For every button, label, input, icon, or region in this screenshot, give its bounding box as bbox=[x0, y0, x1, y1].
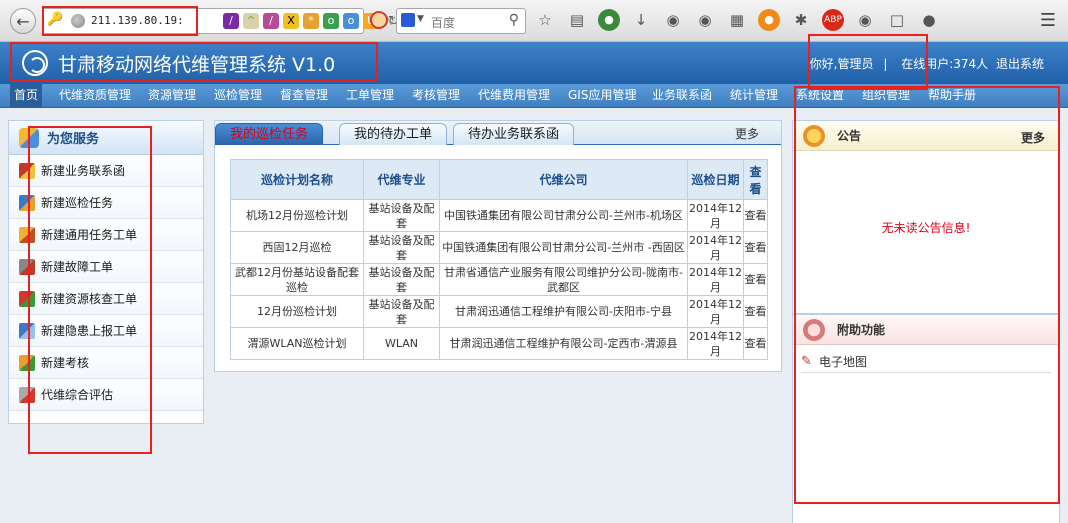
sync-icon[interactable]: ● bbox=[918, 9, 940, 31]
eye-icon[interactable]: ◉ bbox=[854, 9, 876, 31]
tab-pending-business-letters[interactable]: 待办业务联系函 bbox=[453, 123, 575, 145]
nav-item-resources[interactable]: 资源管理 bbox=[144, 84, 200, 108]
nav-item-qualification[interactable]: 代维资质管理 bbox=[55, 84, 135, 108]
tasks-panel: 我的巡检任务 我的待办工单 待办业务联系函 更多 巡检计划名称 代维专业 代维公… bbox=[214, 120, 782, 372]
feather-icon[interactable]: / bbox=[223, 13, 239, 29]
inspection-task-table: 巡检计划名称 代维专业 代维公司 巡检日期 查看 机场12月份巡检计划 基站设备… bbox=[230, 159, 768, 360]
view-link[interactable]: 查看 bbox=[743, 231, 768, 264]
view-link[interactable]: 查看 bbox=[743, 199, 768, 232]
specialty-cell: 基站设备及配套 bbox=[363, 231, 440, 264]
column-header: 查看 bbox=[743, 159, 768, 200]
nav-item-home[interactable]: 首页 bbox=[10, 84, 43, 108]
caret-down-icon[interactable]: ▼ bbox=[417, 14, 424, 24]
specialty-cell: 基站设备及配套 bbox=[363, 199, 440, 232]
table-row[interactable]: 机场12月份巡检计划 基站设备及配套 中国铁通集团有限公司甘肃分公司-兰州市-机… bbox=[230, 199, 768, 232]
shield-icon[interactable]: ● bbox=[598, 9, 620, 31]
feather-icon[interactable]: / bbox=[263, 13, 279, 29]
nav-item-assessment[interactable]: 考核管理 bbox=[408, 84, 464, 108]
column-header: 代维专业 bbox=[363, 159, 440, 200]
block-icon[interactable] bbox=[370, 11, 388, 29]
star-icon[interactable]: * bbox=[303, 13, 319, 29]
bookmark-icon[interactable]: ^ bbox=[243, 13, 259, 29]
column-header: 代维公司 bbox=[439, 159, 688, 200]
gear-icon[interactable]: o bbox=[323, 13, 339, 29]
window-icon[interactable]: □ bbox=[886, 9, 908, 31]
download-icon[interactable]: ↓ bbox=[630, 9, 652, 31]
view-link[interactable]: 查看 bbox=[743, 295, 768, 328]
annotation-box-right-column bbox=[794, 86, 1060, 504]
logout-link[interactable]: 退出系统 bbox=[996, 57, 1044, 71]
flower-icon[interactable]: o bbox=[343, 13, 359, 29]
nav-item-statistics[interactable]: 统计管理 bbox=[726, 84, 782, 108]
tab-strip: 我的巡检任务 我的待办工单 待办业务联系函 更多 bbox=[215, 121, 781, 145]
annotation-box-services bbox=[28, 126, 152, 454]
company-cell: 甘肃省通信产业服务有限公司维护分公司-陇南市-武都区 bbox=[439, 263, 688, 296]
plan-name-cell: 西固12月巡检 bbox=[230, 231, 364, 264]
table-row[interactable]: 渭源WLAN巡检计划 WLAN 甘肃润迅通信工程维护有限公司-定西市-渭源县 2… bbox=[230, 327, 768, 360]
table-row[interactable]: 武都12月份基站设备配套巡检 基站设备及配套 甘肃省通信产业服务有限公司维护分公… bbox=[230, 263, 768, 296]
x-icon[interactable]: X bbox=[283, 13, 299, 29]
back-arrow-icon[interactable]: ← bbox=[10, 8, 36, 34]
date-cell: 2014年12月 bbox=[687, 295, 744, 328]
date-cell: 2014年12月 bbox=[687, 231, 744, 264]
view-link[interactable]: 查看 bbox=[743, 263, 768, 296]
table-header-row: 巡检计划名称 代维专业 代维公司 巡检日期 查看 bbox=[230, 159, 768, 200]
palette-icon[interactable]: ◉ bbox=[694, 9, 716, 31]
star-icon[interactable]: ☆ bbox=[534, 9, 556, 31]
date-cell: 2014年12月 bbox=[687, 199, 744, 232]
adblock-icon[interactable]: ABP bbox=[822, 9, 844, 31]
specialty-cell: 基站设备及配套 bbox=[363, 263, 440, 296]
search-bar[interactable]: ▼ 百度 ⚲ bbox=[396, 8, 526, 34]
reading-list-icon[interactable]: ▤ bbox=[566, 9, 588, 31]
column-header: 巡检日期 bbox=[687, 159, 744, 200]
company-cell: 中国铁通集团有限公司甘肃分公司-兰州市 -西固区 bbox=[439, 231, 688, 264]
annotation-box-title bbox=[10, 42, 378, 82]
date-cell: 2014年12月 bbox=[687, 263, 744, 296]
qr-code-icon[interactable]: ▦ bbox=[726, 9, 748, 31]
table-row[interactable]: 西固12月巡检 基站设备及配套 中国铁通集团有限公司甘肃分公司-兰州市 -西固区… bbox=[230, 231, 768, 264]
flame-icon[interactable]: ● bbox=[758, 9, 780, 31]
annotation-box-url bbox=[42, 6, 198, 36]
tabs-more-link[interactable]: 更多 bbox=[735, 125, 759, 142]
nav-item-business-letters[interactable]: 业务联系函 bbox=[648, 84, 716, 108]
toolbar-icons: ☆ ▤ ● ↓ ◉ ◉ ▦ ● ✱ ABP ◉ □ ● bbox=[534, 9, 940, 31]
company-cell: 中国铁通集团有限公司甘肃分公司-兰州市-机场区 bbox=[439, 199, 688, 232]
nav-item-supervision[interactable]: 督查管理 bbox=[276, 84, 332, 108]
nav-item-gis[interactable]: GIS应用管理 bbox=[564, 84, 640, 108]
view-link[interactable]: 查看 bbox=[743, 327, 768, 360]
nav-item-work-orders[interactable]: 工单管理 bbox=[342, 84, 398, 108]
bug-icon[interactable]: ✱ bbox=[790, 9, 812, 31]
specialty-cell: 基站设备及配套 bbox=[363, 295, 440, 328]
nav-item-fees[interactable]: 代维费用管理 bbox=[474, 84, 554, 108]
annotation-box-user-area bbox=[808, 34, 928, 90]
company-cell: 甘肃润迅通信工程维护有限公司-庆阳市-宁县 bbox=[439, 295, 688, 328]
tab-my-inspection-tasks[interactable]: 我的巡检任务 bbox=[215, 123, 324, 145]
search-input[interactable]: 百度 bbox=[431, 14, 455, 31]
hamburger-menu-icon[interactable]: ☰ bbox=[1040, 10, 1056, 31]
company-cell: 甘肃润迅通信工程维护有限公司-定西市-渭源县 bbox=[439, 327, 688, 360]
search-icon[interactable]: ⚲ bbox=[509, 12, 519, 28]
tab-my-pending-orders[interactable]: 我的待办工单 bbox=[339, 123, 448, 145]
plan-name-cell: 机场12月份巡检计划 bbox=[230, 199, 364, 232]
column-header: 巡检计划名称 bbox=[230, 159, 364, 200]
plan-name-cell: 武都12月份基站设备配套巡检 bbox=[230, 263, 364, 296]
table-row[interactable]: 12月份巡检计划 基站设备及配套 甘肃润迅通信工程维护有限公司-庆阳市-宁县 2… bbox=[230, 295, 768, 328]
search-engine-icon[interactable] bbox=[401, 13, 415, 27]
specialty-cell: WLAN bbox=[363, 327, 440, 360]
plan-name-cell: 渭源WLAN巡检计划 bbox=[230, 327, 364, 360]
globe-icon[interactable]: ◉ bbox=[662, 9, 684, 31]
plan-name-cell: 12月份巡检计划 bbox=[230, 295, 364, 328]
nav-item-inspection[interactable]: 巡检管理 bbox=[210, 84, 266, 108]
date-cell: 2014年12月 bbox=[687, 327, 744, 360]
